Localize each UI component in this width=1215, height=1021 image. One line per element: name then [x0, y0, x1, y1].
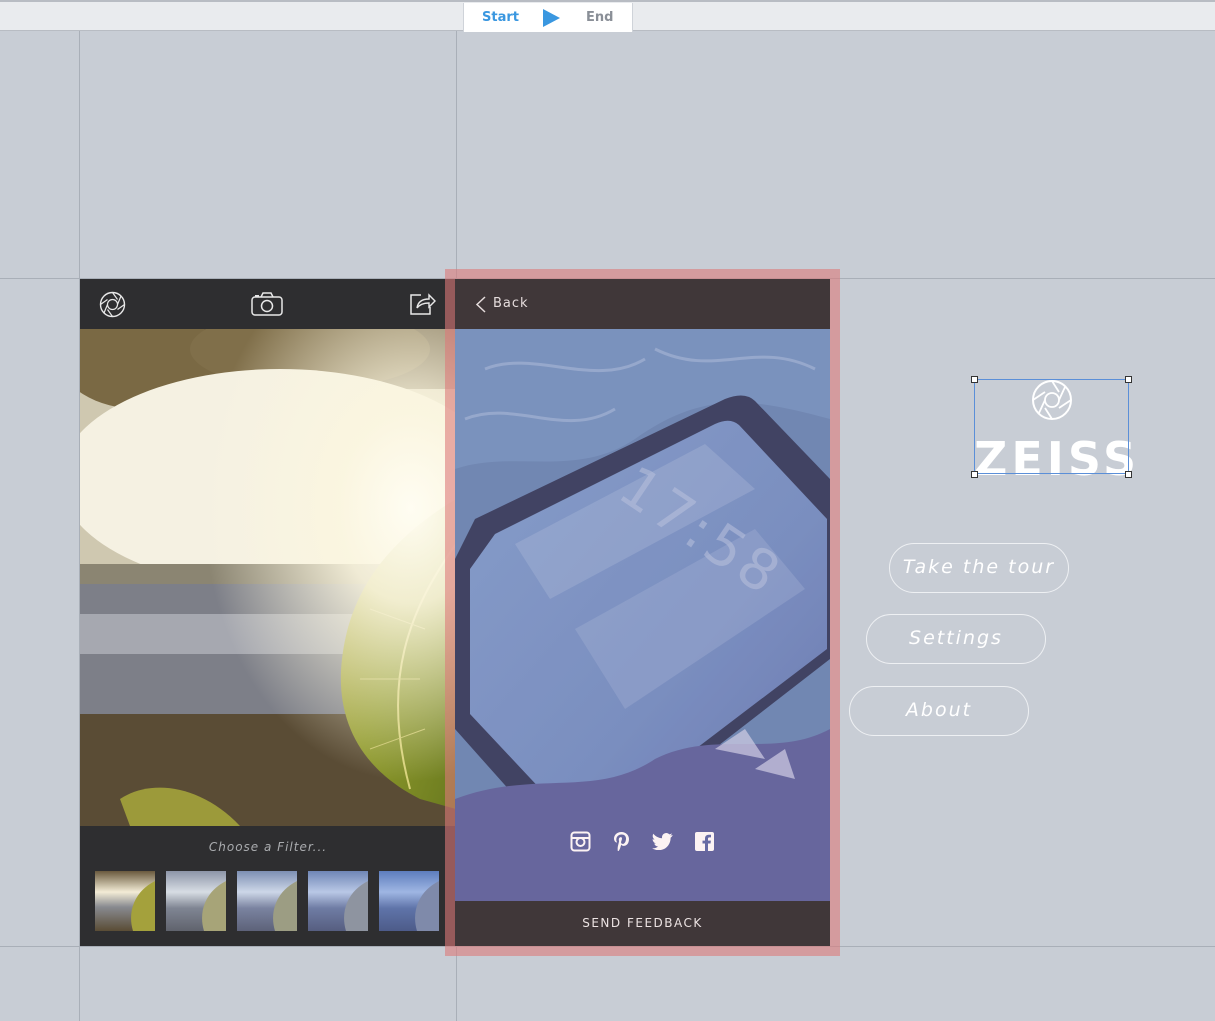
take-the-tour-button[interactable]: Take the tour	[889, 543, 1069, 593]
resize-handle[interactable]	[1125, 471, 1132, 478]
play-icon[interactable]	[543, 9, 560, 27]
selection-highlight	[445, 269, 840, 956]
resize-handle[interactable]	[1125, 376, 1132, 383]
timeline-end-label[interactable]: End	[586, 10, 613, 25]
leaf-photo	[80, 329, 456, 826]
share-icon[interactable]	[409, 292, 436, 316]
about-button[interactable]: About	[849, 686, 1029, 736]
camera-screen-artboard[interactable]: Choose a Filter...	[80, 279, 456, 946]
top-toolbar: Start End	[0, 0, 1215, 32]
aperture-icon[interactable]	[99, 291, 126, 318]
resize-handle[interactable]	[971, 376, 978, 383]
timeline-start-label[interactable]: Start	[482, 10, 519, 25]
camera-toolbar	[80, 279, 456, 329]
logo-selection-box[interactable]	[974, 379, 1129, 474]
settings-button[interactable]: Settings	[866, 614, 1046, 664]
filter-thumbnail[interactable]	[95, 871, 155, 931]
filter-thumbnail[interactable]	[166, 871, 226, 931]
filter-thumbnail[interactable]	[237, 871, 297, 931]
camera-icon[interactable]	[251, 292, 283, 316]
timeline-control: Start End	[463, 3, 633, 32]
filter-prompt: Choose a Filter...	[208, 840, 328, 854]
filter-thumbnail[interactable]	[379, 871, 439, 931]
filter-thumbnail[interactable]	[308, 871, 368, 931]
filter-panel: Choose a Filter...	[80, 826, 456, 946]
resize-handle[interactable]	[971, 471, 978, 478]
